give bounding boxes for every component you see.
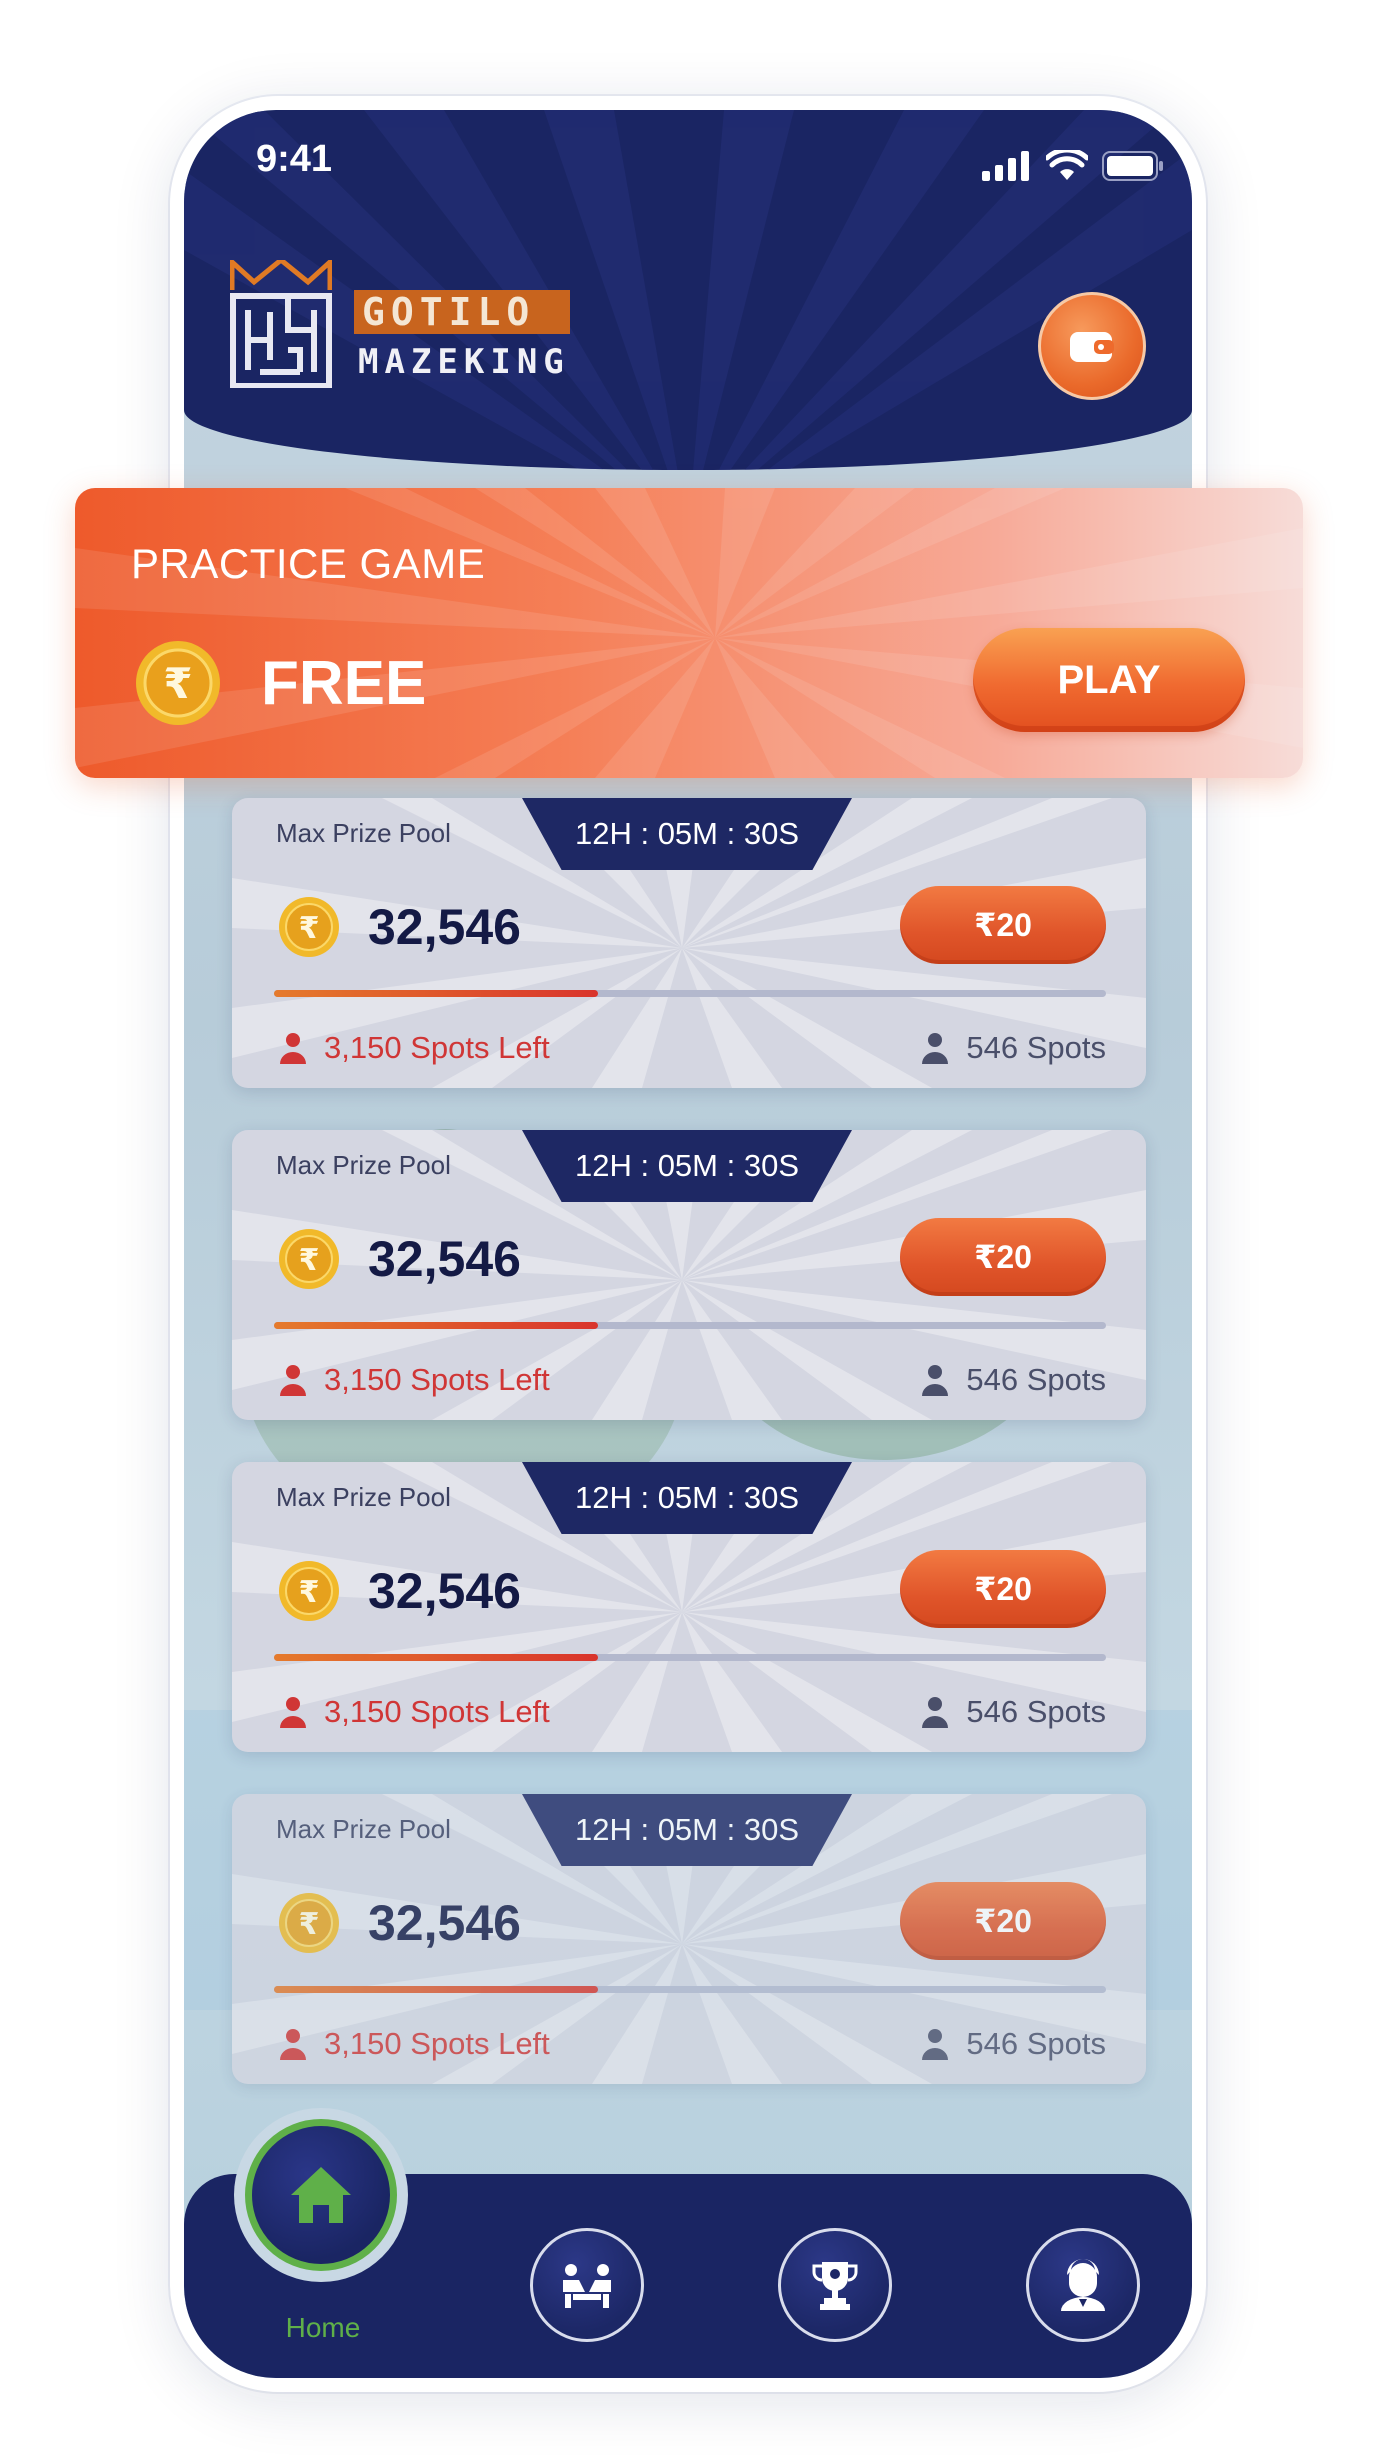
contest-card[interactable]: Max Prize Pool 12H : 05M : 30S ₹ 32,546 … [232,1130,1146,1420]
entry-fee-button[interactable]: ₹20 [900,886,1106,964]
spots-left-text: 3,150 Spots Left [324,1694,550,1729]
person-icon [922,1697,949,1728]
nav-leaderboard-button[interactable] [778,2228,892,2342]
contest-timer: 12H : 05M : 30S [522,1794,852,1866]
brand-logo: GOTILO MAZEKING [230,260,570,388]
prize-pool-label: Max Prize Pool [276,1150,451,1180]
wallet-icon [1070,332,1114,362]
prize-amount: 32,546 [368,1563,521,1619]
person-icon [922,2029,949,2060]
spots-left: 3,150 Spots Left [280,1694,550,1730]
prize-pool-label: Max Prize Pool [276,1814,451,1844]
spots-progress-bar [274,1322,1106,1329]
spots-total: 546 Spots [922,1362,1106,1398]
rupee-coin-icon: ₹ [279,897,339,957]
status-icons [982,150,1164,182]
versus-icon [563,2264,611,2308]
profile-icon [1061,2259,1105,2311]
svg-text:₹: ₹ [299,1243,320,1278]
spots-total-text: 546 Spots [966,1694,1106,1729]
spots-left: 3,150 Spots Left [280,1362,550,1398]
entry-fee-button[interactable]: ₹20 [900,1550,1106,1628]
contest-card[interactable]: Max Prize Pool 12H : 05M : 30S ₹ 32,546 … [232,798,1146,1088]
spots-total: 546 Spots [922,1694,1106,1730]
spots-left: 3,150 Spots Left [280,1030,550,1066]
nav-versus-button[interactable] [530,2228,644,2342]
status-time: 9:41 [256,138,333,180]
practice-game-banner: PRACTICE GAME ₹ FREE PLAY [75,488,1303,778]
spots-left-text: 3,150 Spots Left [324,2026,550,2061]
bottom-navigation: Home [184,2108,1192,2378]
rupee-coin-icon: ₹ [279,1893,339,1953]
nav-profile-button[interactable] [1026,2228,1140,2342]
spots-progress-bar [274,1986,1106,1993]
spots-total-text: 546 Spots [966,1362,1106,1397]
prize-amount: 32,546 [368,1895,521,1951]
person-icon [922,1033,949,1064]
trophy-icon [812,2262,858,2310]
home-label: Home [285,2312,361,2343]
contest-card[interactable]: Max Prize Pool 12H : 05M : 30S ₹ 32,546 … [232,1462,1146,1752]
svg-text:₹: ₹ [299,1907,320,1942]
maze-crown-icon [230,260,332,388]
rupee-coin-icon: ₹ [279,1229,339,1289]
person-icon [922,1365,949,1396]
prize-amount: 32,546 [368,1231,521,1287]
spots-progress-bar [274,1654,1106,1661]
person-icon [280,1033,306,1064]
spots-left-text: 3,150 Spots Left [324,1030,550,1065]
person-icon [280,1365,306,1396]
home-icon [291,2167,351,2223]
app-header: 9:41 GOTILO MAZEKING [184,110,1192,470]
contest-card[interactable]: Max Prize Pool 12H : 05M : 30S ₹ 32,546 … [232,1794,1146,2084]
spots-total-text: 546 Spots [966,2026,1106,2061]
spots-total: 546 Spots [922,2026,1106,2062]
spots-progress-bar [274,990,1106,997]
contest-timer: 12H : 05M : 30S [522,798,852,870]
spots-progress-fill [274,1322,599,1329]
spots-progress-fill [274,990,599,997]
svg-text:₹: ₹ [299,1575,320,1610]
entry-fee-button[interactable]: ₹20 [900,1882,1106,1960]
person-icon [280,2029,306,2060]
home-button[interactable] [245,2119,397,2271]
spots-progress-fill [274,1986,599,1993]
battery-icon [1102,151,1163,181]
prize-pool-label: Max Prize Pool [276,818,451,848]
practice-price: FREE [261,649,427,718]
entry-fee-button[interactable]: ₹20 [900,1218,1106,1296]
wallet-button[interactable] [1038,292,1146,400]
spots-left: 3,150 Spots Left [280,2026,550,2062]
play-button[interactable]: PLAY [973,628,1245,732]
signal-icon [982,151,1029,181]
spots-progress-fill [274,1654,599,1661]
brand-name-line2: MAZEKING [358,342,570,382]
rupee-coin-icon: ₹ [136,641,220,725]
svg-text:₹: ₹ [299,911,320,946]
svg-text:₹: ₹ [163,659,192,708]
prize-pool-label: Max Prize Pool [276,1482,451,1512]
contest-timer: 12H : 05M : 30S [522,1130,852,1202]
home-tab[interactable] [234,2108,408,2282]
prize-amount: 32,546 [368,899,521,955]
spots-total-text: 546 Spots [966,1030,1106,1065]
rupee-coin-icon: ₹ [279,1561,339,1621]
person-icon [280,1697,306,1728]
spots-total: 546 Spots [922,1030,1106,1066]
spots-left-text: 3,150 Spots Left [324,1362,550,1397]
practice-title: PRACTICE GAME [131,540,486,587]
wifi-icon [1046,150,1088,180]
contest-timer: 12H : 05M : 30S [522,1462,852,1534]
brand-name-line1: GOTILO [354,290,570,334]
